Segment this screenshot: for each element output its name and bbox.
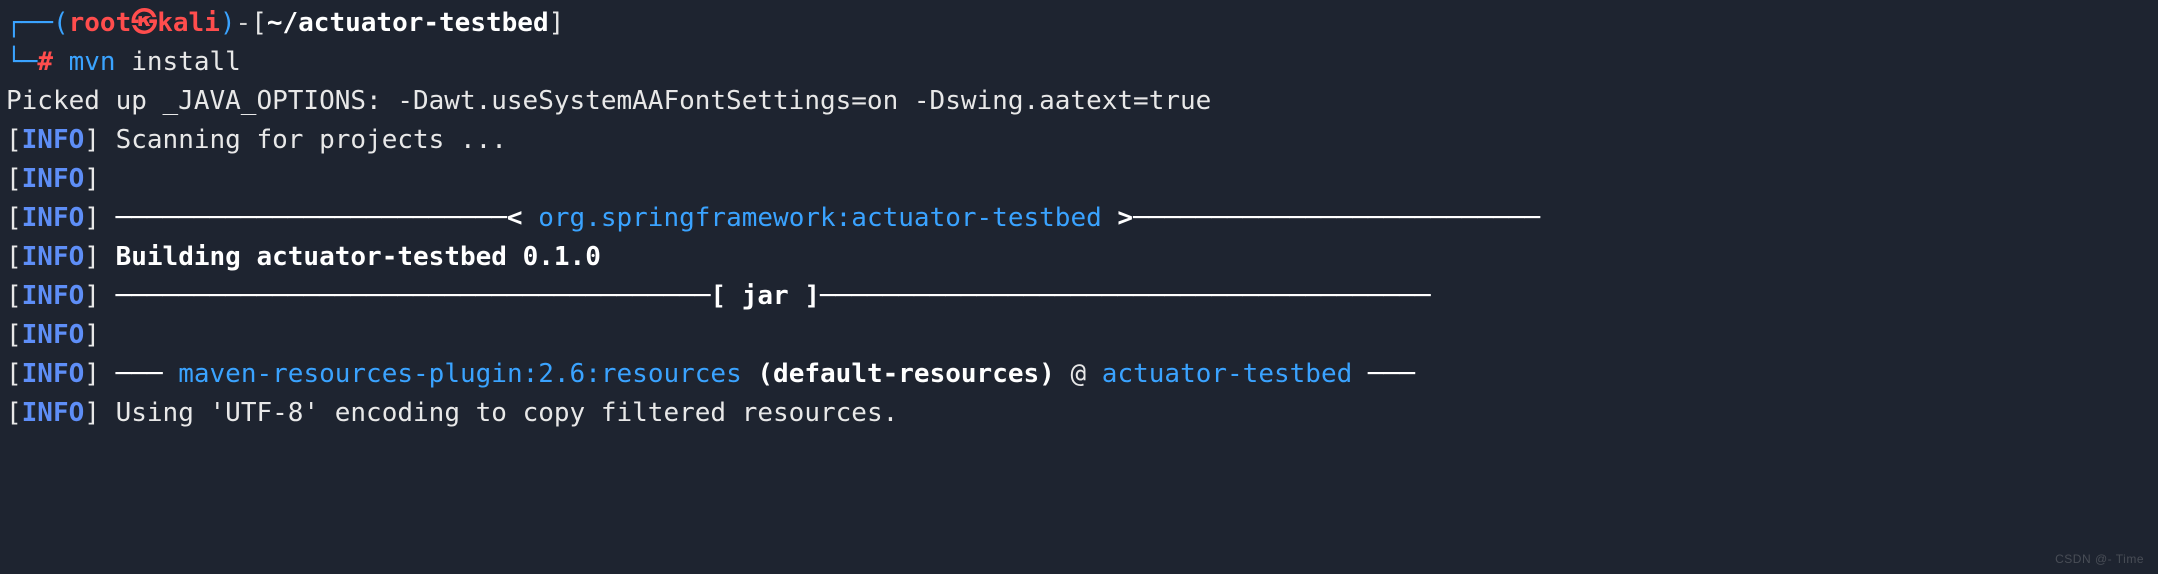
prompt-tree-top: ┌── bbox=[6, 8, 53, 38]
prompt-line-2[interactable]: └─# mvn install bbox=[6, 43, 2152, 82]
prompt-host: kali bbox=[157, 8, 220, 38]
prompt-line-1[interactable]: ┌──(root㉿kali)-[~/actuator-testbed] bbox=[6, 4, 2152, 43]
prompt-hash: # bbox=[37, 47, 53, 77]
plugin-name: maven-resources-plugin:2.6:resources bbox=[178, 359, 742, 389]
plugin-project: actuator-testbed bbox=[1102, 359, 1352, 389]
prompt-tree-bottom: └─ bbox=[6, 47, 37, 77]
info-artifact-line: [INFO] ─────────────────────────< org.sp… bbox=[6, 199, 2152, 238]
prompt-close-paren: ) bbox=[220, 8, 236, 38]
info-blank-line-1: [INFO] bbox=[6, 160, 2152, 199]
jar-rule-left: ──────────────────────────────────────[ bbox=[116, 281, 742, 311]
plugin-dash-left: ─── bbox=[116, 359, 179, 389]
prompt-open-paren: ( bbox=[53, 8, 69, 38]
info-building-line: [INFO] Building actuator-testbed 0.1.0 bbox=[6, 238, 2152, 277]
skull-icon: ㉿ bbox=[131, 4, 157, 43]
java-options-line: Picked up _JAVA_OPTIONS: -Dawt.useSystem… bbox=[6, 82, 2152, 121]
command-space bbox=[116, 47, 132, 77]
java-options-text: Picked up _JAVA_OPTIONS: -Dawt.useSystem… bbox=[6, 86, 1211, 116]
command-args: install bbox=[131, 47, 241, 77]
prompt-close-bracket: ] bbox=[549, 8, 565, 38]
info-tag: INFO bbox=[22, 242, 85, 272]
plugin-at: @ bbox=[1055, 359, 1102, 389]
info-tag: INFO bbox=[22, 359, 85, 389]
encoding-text: Using 'UTF-8' encoding to copy filtered … bbox=[116, 398, 899, 428]
building-text: Building actuator-testbed 0.1.0 bbox=[116, 242, 601, 272]
info-blank-line-2: [INFO] bbox=[6, 316, 2152, 355]
rule-left: ─────────────────────────< bbox=[116, 203, 539, 233]
prompt-cwd: ~/actuator-testbed bbox=[267, 8, 549, 38]
info-plugin-line: [INFO] ─── maven-resources-plugin:2.6:re… bbox=[6, 355, 2152, 394]
terminal-output: ┌──(root㉿kali)-[~/actuator-testbed] └─# … bbox=[0, 0, 2158, 437]
plugin-dash-right: ─── bbox=[1352, 359, 1415, 389]
prompt-user: root bbox=[69, 8, 132, 38]
plugin-goal: (default-resources) bbox=[742, 359, 1055, 389]
prompt-open-bracket: [ bbox=[251, 8, 267, 38]
prompt-dash: - bbox=[236, 8, 252, 38]
info-tag: INFO bbox=[22, 320, 85, 350]
info-encoding-line: [INFO] Using 'UTF-8' encoding to copy fi… bbox=[6, 394, 2152, 433]
command-binary: mvn bbox=[69, 47, 116, 77]
artifact-id: org.springframework:actuator-testbed bbox=[538, 203, 1102, 233]
prompt-space bbox=[53, 47, 69, 77]
info-scanning-line: [INFO] Scanning for projects ... bbox=[6, 121, 2152, 160]
info-tag: INFO bbox=[22, 203, 85, 233]
watermark-text: CSDN @- Time bbox=[2055, 550, 2144, 568]
scanning-text: Scanning for projects ... bbox=[116, 125, 507, 155]
jar-label: jar bbox=[742, 281, 789, 311]
rule-right: >────────────────────────── bbox=[1102, 203, 1540, 233]
info-tag: INFO bbox=[22, 125, 85, 155]
info-tag: INFO bbox=[22, 164, 85, 194]
jar-rule-right: ]─────────────────────────────────────── bbox=[789, 281, 1431, 311]
info-tag: INFO bbox=[22, 398, 85, 428]
info-jar-line: [INFO] ─────────────────────────────────… bbox=[6, 277, 2152, 316]
info-tag: INFO bbox=[22, 281, 85, 311]
